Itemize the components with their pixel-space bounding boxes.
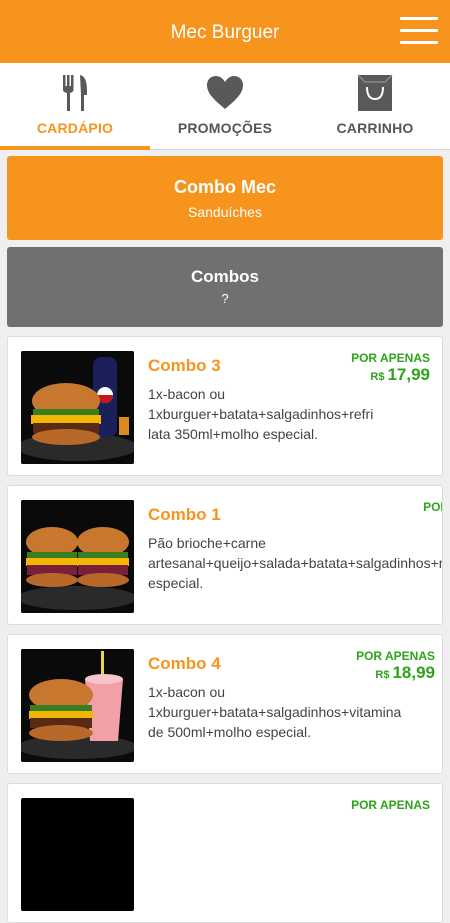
tab-promocoes-label: PROMOÇÕES (177, 120, 273, 136)
product-description: Pão brioche+carne artesanal+queijo+salad… (148, 535, 442, 591)
product-description: 1x-bacon ou 1xburguer+batata+salgadinhos… (148, 386, 374, 442)
price-label: POR APENAS (351, 351, 430, 365)
product-image (21, 649, 134, 762)
tab-carrinho-label: CARRINHO (336, 120, 414, 136)
tab-carrinho[interactable]: CARRINHO (300, 63, 450, 150)
tab-bar: CARDÁPIO PROMOÇÕES CARRINHO (0, 63, 450, 150)
section-combo-mec[interactable]: Combo Mec Sanduíches (7, 156, 443, 240)
product-image (21, 798, 134, 911)
product-name: Combo 4 (148, 654, 221, 673)
app-title: Mec Burguer (170, 22, 280, 43)
price-value: 18,99 (392, 663, 435, 682)
fork-knife-icon (63, 75, 87, 111)
section-subtitle: ? (221, 291, 229, 306)
hamburger-menu-icon[interactable] (400, 17, 438, 45)
price-label: POR APENAS (356, 649, 435, 663)
shopping-bag-icon (357, 74, 393, 111)
product-price: POR APENAS R$ 17,99 (351, 351, 430, 385)
product-price: POR APENAS (351, 798, 430, 812)
price-currency: R$ (370, 371, 385, 383)
tab-cardapio[interactable]: CARDÁPIO (0, 63, 150, 150)
price-label: POR APENAS (423, 500, 442, 514)
price-value: 17,99 (387, 365, 430, 384)
tab-promocoes[interactable]: PROMOÇÕES (150, 63, 300, 150)
product-card-combo-1[interactable]: Combo 1 Pão brioche+carne artesanal+quei… (7, 485, 443, 625)
product-price: POR APENAS (423, 500, 442, 514)
heart-icon (207, 76, 243, 109)
product-name: Combo 1 (148, 505, 221, 524)
section-combos[interactable]: Combos ? (7, 247, 443, 327)
product-image (21, 500, 134, 613)
product-image (21, 351, 134, 464)
product-card-partial[interactable]: POR APENAS (7, 783, 443, 923)
price-label: POR APENAS (351, 798, 430, 812)
product-card-combo-4[interactable]: Combo 4 1x-bacon ou 1xburguer+batata+sal… (7, 634, 443, 774)
section-title: Combos (191, 267, 259, 286)
price-currency: R$ (375, 669, 390, 681)
product-description: 1x-bacon ou 1xburguer+batata+salgadinhos… (148, 684, 402, 740)
tab-cardapio-label: CARDÁPIO (36, 120, 114, 136)
product-name: Combo 3 (148, 356, 221, 375)
app-header: Mec Burguer (0, 0, 450, 63)
section-title: Combo Mec (173, 177, 276, 197)
product-price: POR APENAS R$ 18,99 (356, 649, 435, 683)
section-subtitle: Sanduíches (188, 204, 262, 220)
product-card-combo-3[interactable]: Combo 3 1x-bacon ou 1xburguer+batata+sal… (7, 336, 443, 476)
